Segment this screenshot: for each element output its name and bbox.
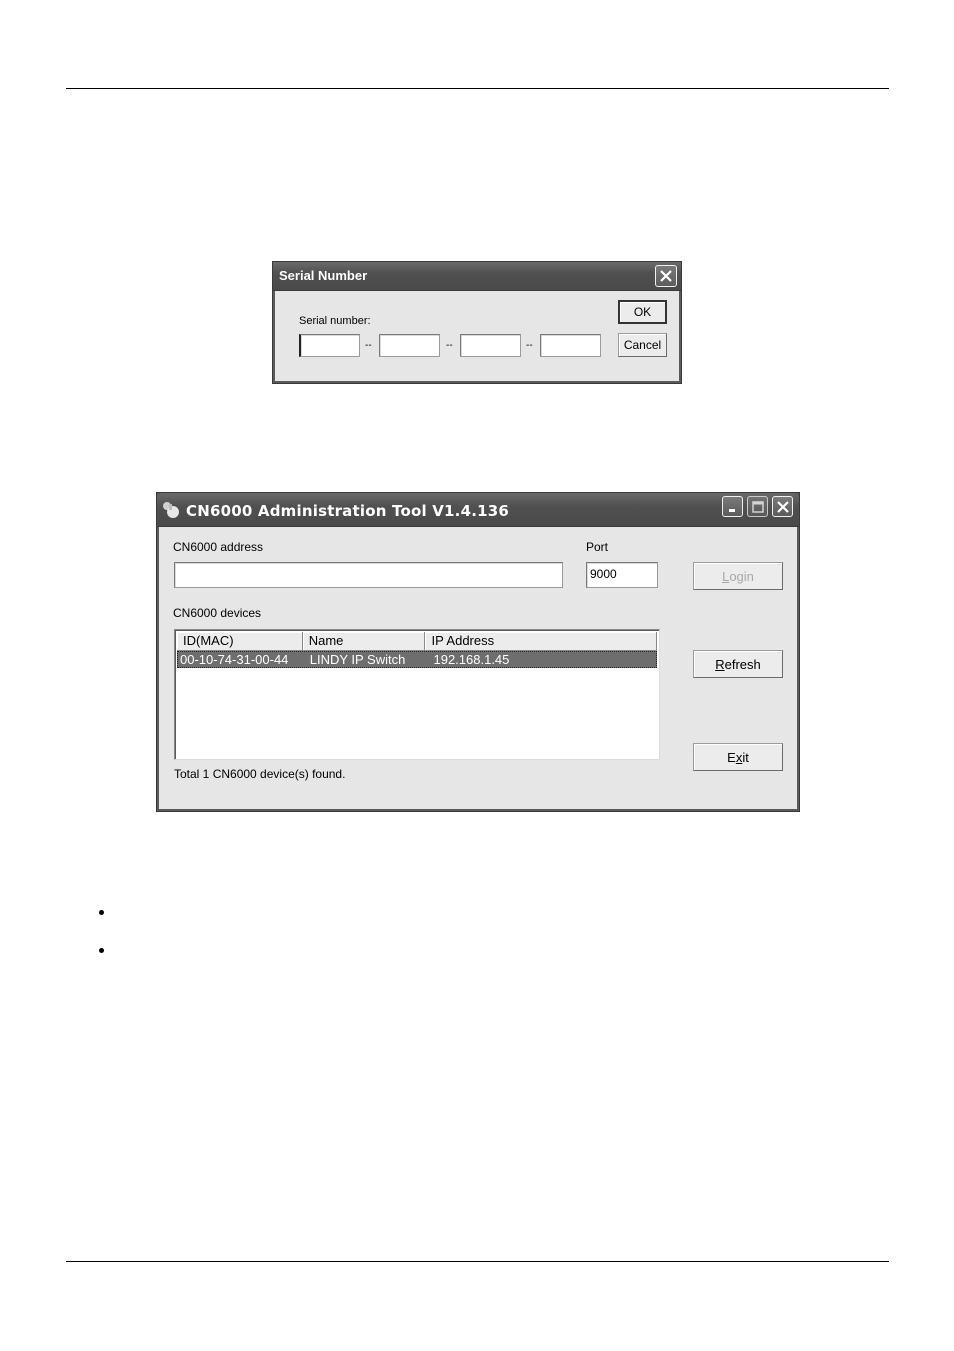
refresh-button[interactable]: Refresh (693, 650, 783, 678)
close-button[interactable] (772, 496, 793, 517)
close-icon (776, 500, 789, 513)
app-icon (163, 502, 179, 518)
cell-name: LINDY IP Switch (309, 652, 406, 667)
address-label: CN6000 address (173, 540, 264, 554)
column-header-ip[interactable]: IP Address (425, 632, 657, 651)
refresh-accel: R (715, 656, 725, 672)
maximize-icon (751, 500, 764, 513)
ok-button[interactable]: OK (618, 300, 667, 324)
bullet-point (99, 948, 104, 953)
exit-label-pre: E (727, 749, 736, 765)
list-header: ID(MAC) Name IP Address (177, 632, 657, 651)
status-text: Total 1 CN6000 device(s) found. (174, 767, 346, 781)
window-titlebar: CN6000 Administration Tool V1.4.136 (157, 493, 799, 527)
table-row[interactable]: 00-10-74-31-00-44 LINDY IP Switch 192.16… (177, 651, 657, 668)
serial-separator: -- (526, 340, 533, 351)
cell-ip: 192.168.1.45 (433, 652, 510, 667)
minimize-icon (728, 508, 735, 512)
login-accel: L (722, 568, 730, 584)
window-title: CN6000 Administration Tool V1.4.136 (186, 502, 510, 520)
cancel-button[interactable]: Cancel (618, 333, 667, 357)
serial-field-1[interactable] (299, 334, 360, 357)
login-button[interactable]: Login (693, 562, 783, 590)
devices-label: CN6000 devices (173, 606, 262, 620)
devices-list[interactable]: ID(MAC) Name IP Address 00-10-74-31-00-4… (174, 629, 660, 760)
column-header-name[interactable]: Name (302, 632, 426, 651)
admin-tool-window: CN6000 Administration Tool V1.4.136 CN60… (156, 492, 800, 812)
exit-label: it (742, 749, 749, 765)
dialog-title: Serial Number (279, 268, 368, 283)
port-label: Port (586, 540, 609, 554)
serial-number-label: Serial number: (299, 315, 371, 327)
column-header-mac[interactable]: ID(MAC) (177, 632, 303, 651)
serial-field-3[interactable] (460, 334, 521, 357)
refresh-label: efresh (724, 656, 761, 672)
serial-field-4[interactable] (540, 334, 601, 357)
serial-separator: -- (446, 340, 453, 351)
cell-mac: 00-10-74-31-00-44 (180, 652, 289, 667)
serial-field-2[interactable] (379, 334, 440, 357)
address-input[interactable] (174, 562, 563, 588)
exit-button[interactable]: Ex it (693, 743, 783, 771)
serial-separator: -- (365, 340, 372, 351)
bullet-point (99, 910, 104, 915)
dialog-close-button[interactable] (655, 265, 677, 287)
footer-rule (66, 1261, 889, 1262)
dialog-titlebar: Serial Number (273, 262, 681, 291)
maximize-button[interactable] (747, 496, 768, 517)
close-icon (660, 270, 672, 282)
login-label: ogin (729, 568, 754, 584)
port-input[interactable]: 9000 (586, 562, 658, 588)
header-rule (66, 88, 889, 89)
minimize-button[interactable] (722, 496, 743, 517)
serial-number-dialog: Serial Number Serial number: -- -- -- OK… (272, 261, 682, 384)
